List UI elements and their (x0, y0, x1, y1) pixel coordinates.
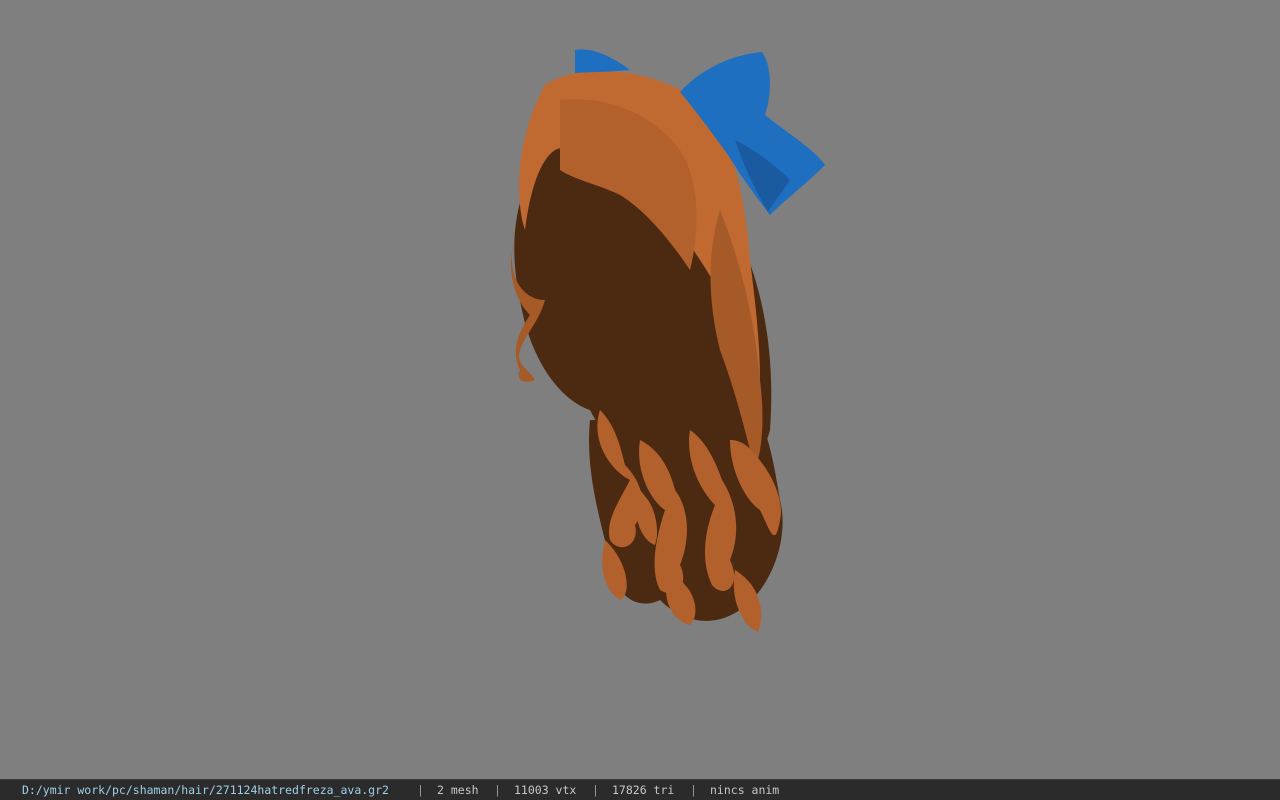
status-separator: | (417, 783, 424, 797)
triangle-count-label: 17826 tri (612, 783, 675, 797)
mesh-count-label: 2 mesh (437, 783, 479, 797)
status-bar: D:/ymir work/pc/shaman/hair/271124hatred… (0, 779, 1280, 800)
status-separator: | (690, 783, 697, 797)
status-separator: | (592, 783, 599, 797)
file-path-label: D:/ymir work/pc/shaman/hair/271124hatred… (22, 783, 389, 797)
vertex-count-label: 11003 vtx (514, 783, 577, 797)
hair-model-render[interactable] (0, 0, 1280, 779)
3d-viewport[interactable] (0, 0, 1280, 779)
animation-status-label: nincs anim (710, 783, 780, 797)
status-separator: | (494, 783, 501, 797)
